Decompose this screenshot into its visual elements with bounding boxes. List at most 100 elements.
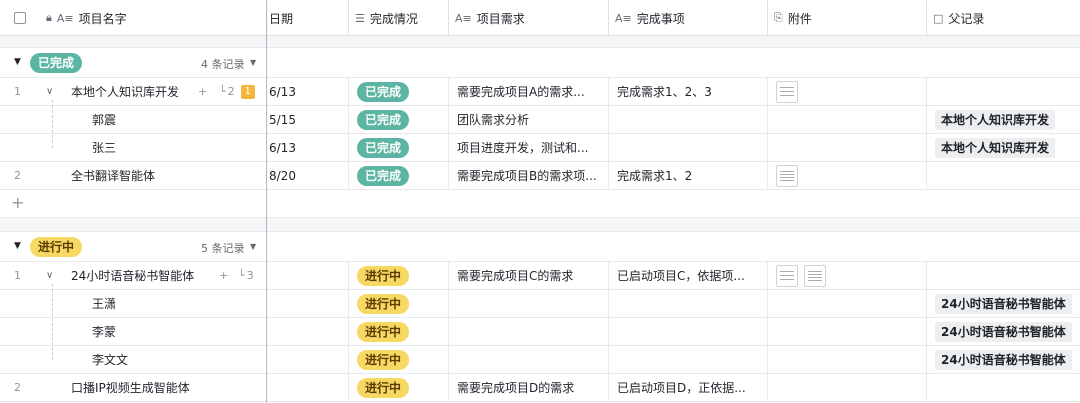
record-name[interactable]: 张三 — [92, 134, 116, 161]
done-items-cell[interactable] — [609, 106, 768, 133]
select-all-checkbox[interactable] — [0, 0, 40, 36]
group-header-done[interactable]: ▼ 已完成 4 条记录 ▼ — [0, 48, 1080, 78]
chevron-down-icon[interactable]: ▼ — [250, 58, 256, 67]
comment-badge[interactable]: 1 — [240, 84, 255, 99]
status-cell[interactable]: 进行中 — [349, 262, 449, 289]
date-cell[interactable] — [267, 290, 349, 317]
header-name[interactable]: 🔒︎ A≡ 项目名字 — [40, 0, 267, 36]
parent-cell[interactable]: 24小时语音秘书智能体 — [927, 290, 1080, 317]
requirement-cell[interactable]: 需要完成项目A的需求... — [449, 78, 609, 105]
record-name[interactable]: 口播IP视频生成智能体 — [71, 374, 190, 401]
requirement-cell[interactable] — [449, 346, 609, 373]
requirement-cell[interactable]: 需要完成项目C的需求 — [449, 262, 609, 289]
requirement-cell[interactable]: 团队需求分析 — [449, 106, 609, 133]
requirement-cell[interactable] — [449, 318, 609, 345]
add-subrecord-icon[interactable]: + — [198, 78, 207, 105]
table-row[interactable]: 2 口播IP视频生成智能体 进行中 需要完成项目D的需求 已启动项目D，正依据.… — [0, 374, 1080, 402]
requirement-cell[interactable] — [449, 290, 609, 317]
status-cell[interactable]: 进行中 — [349, 290, 449, 317]
attachment-cell[interactable] — [768, 318, 927, 345]
date-cell[interactable] — [267, 262, 349, 289]
add-subrecord-icon[interactable]: + — [219, 262, 228, 289]
parent-record-tag[interactable]: 24小时语音秘书智能体 — [935, 321, 1072, 342]
header-requirement[interactable]: A≡ 项目需求 — [449, 0, 609, 36]
chevron-down-icon[interactable]: ▼ — [250, 242, 256, 251]
status-cell[interactable]: 已完成 — [349, 134, 449, 161]
header-parent[interactable]: □ 父记录 — [927, 0, 1080, 36]
parent-cell[interactable]: 本地个人知识库开发 — [927, 106, 1080, 133]
date-cell[interactable] — [267, 374, 349, 401]
requirement-cell[interactable]: 需要完成项目B的需求项... — [449, 162, 609, 189]
record-name[interactable]: 王潇 — [92, 290, 116, 317]
parent-cell[interactable]: 本地个人知识库开发 — [927, 134, 1080, 161]
header-status[interactable]: ☰ 完成情况 — [349, 0, 449, 36]
done-items-cell[interactable] — [609, 346, 768, 373]
status-cell[interactable]: 进行中 — [349, 318, 449, 345]
date-cell[interactable]: 8/20 — [267, 162, 349, 189]
header-attachment[interactable]: ⎘ 附件 — [768, 0, 927, 36]
table-row[interactable]: 1 ∨ 24小时语音秘书智能体 + └ 3 进行中 需要完成项目C的需求 已启动项… — [0, 262, 1080, 290]
done-items-cell[interactable] — [609, 318, 768, 345]
parent-record-tag[interactable]: 本地个人知识库开发 — [935, 109, 1056, 130]
attachment-cell[interactable] — [768, 78, 927, 105]
record-name[interactable]: 24小时语音秘书智能体 — [71, 262, 194, 289]
collapse-icon[interactable]: ▼ — [14, 241, 21, 251]
record-name[interactable]: 李蒙 — [92, 318, 116, 345]
attachment-cell[interactable] — [768, 346, 927, 373]
date-cell[interactable]: 6/13 — [267, 134, 349, 161]
attachment-cell[interactable] — [768, 374, 927, 401]
record-name[interactable]: 本地个人知识库开发 — [71, 78, 179, 105]
attachment-cell[interactable] — [768, 134, 927, 161]
record-name[interactable]: 郭震 — [92, 106, 116, 133]
attachment-thumbnail[interactable] — [804, 264, 826, 287]
done-items-cell[interactable]: 已启动项目C，依据项... — [609, 262, 768, 289]
parent-cell[interactable]: 24小时语音秘书智能体 — [927, 318, 1080, 345]
parent-cell[interactable] — [927, 162, 1080, 189]
date-cell[interactable] — [267, 318, 349, 345]
parent-record-tag[interactable]: 本地个人知识库开发 — [935, 137, 1056, 158]
collapse-icon[interactable]: ▼ — [14, 57, 21, 67]
attachment-thumbnail[interactable] — [776, 264, 798, 287]
header-done-items[interactable]: A≡ 完成事项 — [609, 0, 768, 36]
record-name[interactable]: 李文文 — [92, 346, 128, 373]
requirement-cell[interactable]: 项目进度开发，测试和... — [449, 134, 609, 161]
record-name[interactable]: 全书翻译智能体 — [71, 162, 155, 189]
status-cell[interactable]: 已完成 — [349, 162, 449, 189]
attachment-cell[interactable] — [768, 262, 927, 289]
date-cell[interactable]: 6/13 — [267, 78, 349, 105]
date-cell[interactable]: 5/15 — [267, 106, 349, 133]
attachment-thumbnail[interactable] — [776, 164, 798, 187]
status-cell[interactable]: 已完成 — [349, 78, 449, 105]
group-header-in-progress[interactable]: ▼ 进行中 5 条记录 ▼ — [0, 232, 1080, 262]
parent-cell[interactable]: 24小时语音秘书智能体 — [927, 346, 1080, 373]
done-items-cell[interactable] — [609, 134, 768, 161]
done-items-cell[interactable]: 已启动项目D，正依据... — [609, 374, 768, 401]
date-cell[interactable] — [267, 346, 349, 373]
attachment-cell[interactable] — [768, 290, 927, 317]
status-cell[interactable]: 已完成 — [349, 106, 449, 133]
parent-record-tag[interactable]: 24小时语音秘书智能体 — [935, 293, 1072, 314]
attachment-cell[interactable] — [768, 162, 927, 189]
table-row[interactable]: 张三 6/13 已完成 项目进度开发，测试和... 本地个人知识库开发 — [0, 134, 1080, 162]
done-items-cell[interactable]: 完成需求1、2 — [609, 162, 768, 189]
requirement-cell[interactable]: 需要完成项目D的需求 — [449, 374, 609, 401]
add-record-icon[interactable]: + — [11, 193, 24, 212]
table-row[interactable]: 1 ∨ 本地个人知识库开发 + └ 2 1 6/13 已完成 需要完成项目A的需求.… — [0, 78, 1080, 106]
table-row[interactable]: 王潇 进行中 24小时语音秘书智能体 — [0, 290, 1080, 318]
status-cell[interactable]: 进行中 — [349, 374, 449, 401]
done-items-cell[interactable]: 完成需求1、2、3 — [609, 78, 768, 105]
header-date[interactable]: 日期 — [267, 0, 349, 36]
add-record-row[interactable]: + — [0, 190, 1080, 218]
done-items-cell[interactable] — [609, 290, 768, 317]
table-row[interactable]: 郭震 5/15 已完成 团队需求分析 本地个人知识库开发 — [0, 106, 1080, 134]
parent-cell[interactable] — [927, 374, 1080, 401]
table-row[interactable]: 李蒙 进行中 24小时语音秘书智能体 — [0, 318, 1080, 346]
table-row[interactable]: 李文文 进行中 24小时语音秘书智能体 — [0, 346, 1080, 374]
attachment-thumbnail[interactable] — [776, 80, 798, 103]
status-cell[interactable]: 进行中 — [349, 346, 449, 373]
parent-record-tag[interactable]: 24小时语音秘书智能体 — [935, 349, 1072, 370]
parent-cell[interactable] — [927, 262, 1080, 289]
attachment-cell[interactable] — [768, 106, 927, 133]
table-row[interactable]: 2 全书翻译智能体 8/20 已完成 需要完成项目B的需求项... 完成需求1、… — [0, 162, 1080, 190]
parent-cell[interactable] — [927, 78, 1080, 105]
